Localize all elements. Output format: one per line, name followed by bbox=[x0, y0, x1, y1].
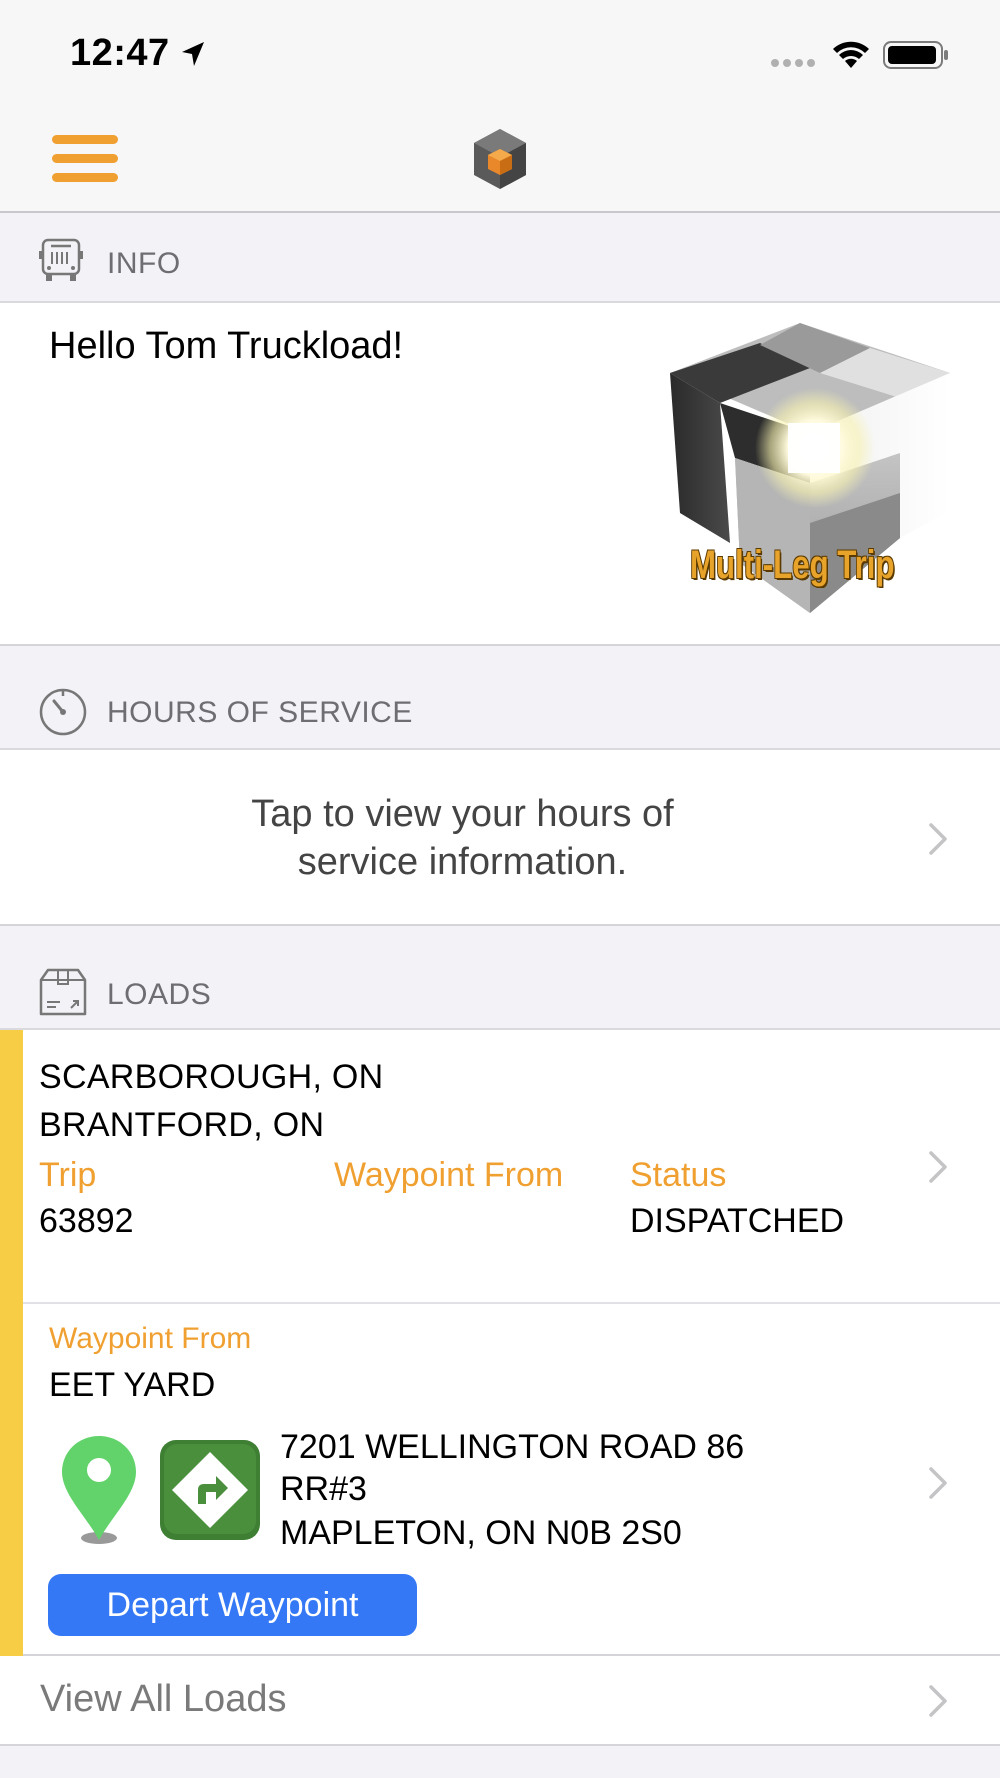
status-bar: 12:47 bbox=[0, 0, 1000, 100]
load-destination: BRANTFORD, ON bbox=[39, 1106, 325, 1144]
address-line-1: 7201 WELLINGTON ROAD 86 bbox=[280, 1428, 745, 1466]
bus-icon bbox=[39, 238, 83, 281]
trip-number: 63892 bbox=[39, 1202, 134, 1240]
map-pin-icon[interactable] bbox=[58, 1432, 140, 1552]
location-arrow-icon bbox=[182, 42, 204, 66]
trip-label: Trip bbox=[39, 1156, 97, 1194]
hours-of-service-message: Tap to view your hours of service inform… bbox=[190, 790, 735, 886]
waypoint-indicator-bar bbox=[0, 1304, 23, 1656]
waypoint-name: EET YARD bbox=[49, 1366, 216, 1404]
view-all-loads-label: View All Loads bbox=[40, 1678, 287, 1720]
wifi-icon bbox=[833, 41, 869, 68]
load-card[interactable]: SCARBOROUGH, ON BRANTFORD, ON Trip Waypo… bbox=[0, 1030, 1000, 1304]
waypoint-from-label: Waypoint From bbox=[334, 1156, 564, 1194]
loads-section-title: LOADS bbox=[107, 978, 212, 1011]
info-card: Hello Tom Truckload! Multi-Leg Trip bbox=[0, 303, 1000, 646]
multi-leg-trip-label: Multi-Leg Trip bbox=[690, 543, 895, 587]
directions-icon[interactable] bbox=[158, 1438, 262, 1542]
address-line-3: MAPLETON, ON N0B 2S0 bbox=[280, 1514, 682, 1552]
status-value: DISPATCHED bbox=[630, 1202, 845, 1240]
view-all-loads-row[interactable]: View All Loads bbox=[0, 1656, 1000, 1746]
waypoint-from-label: Waypoint From bbox=[49, 1322, 252, 1355]
box-icon bbox=[39, 968, 87, 1016]
waypoint-card[interactable]: Waypoint From EET YARD 7201 WELLINGTON R… bbox=[0, 1304, 1000, 1656]
chevron-right-icon bbox=[929, 1685, 947, 1717]
app-cube-logo-icon bbox=[474, 129, 526, 189]
loads-section-header: LOADS bbox=[0, 926, 1000, 1030]
address-line-2: RR#3 bbox=[280, 1470, 367, 1508]
cellular-signal-icon bbox=[771, 59, 815, 67]
hours-of-service-title: HOURS OF SERVICE bbox=[107, 696, 413, 729]
chevron-right-icon bbox=[929, 823, 947, 855]
hamburger-icon[interactable] bbox=[52, 135, 118, 183]
depart-waypoint-button[interactable]: Depart Waypoint bbox=[48, 1574, 417, 1636]
greeting-text: Hello Tom Truckload! bbox=[49, 325, 404, 367]
status-time: 12:47 bbox=[70, 32, 170, 74]
info-section-title: INFO bbox=[107, 247, 181, 280]
hours-of-service-row[interactable]: Tap to view your hours of service inform… bbox=[0, 750, 1000, 926]
load-origin: SCARBOROUGH, ON bbox=[39, 1058, 384, 1096]
gauge-icon bbox=[39, 688, 87, 736]
hos-message-line-2: service information. bbox=[297, 841, 628, 883]
load-indicator-bar bbox=[0, 1030, 23, 1304]
info-section-header: INFO bbox=[0, 213, 1000, 303]
battery-icon bbox=[883, 41, 948, 69]
hos-message-line-1: Tap to view your hours of bbox=[251, 793, 674, 835]
chevron-right-icon bbox=[929, 1151, 947, 1183]
status-label: Status bbox=[630, 1156, 727, 1194]
hours-of-service-header: HOURS OF SERVICE bbox=[0, 646, 1000, 750]
navigation-bar bbox=[0, 100, 1000, 213]
chevron-right-icon bbox=[929, 1467, 947, 1499]
